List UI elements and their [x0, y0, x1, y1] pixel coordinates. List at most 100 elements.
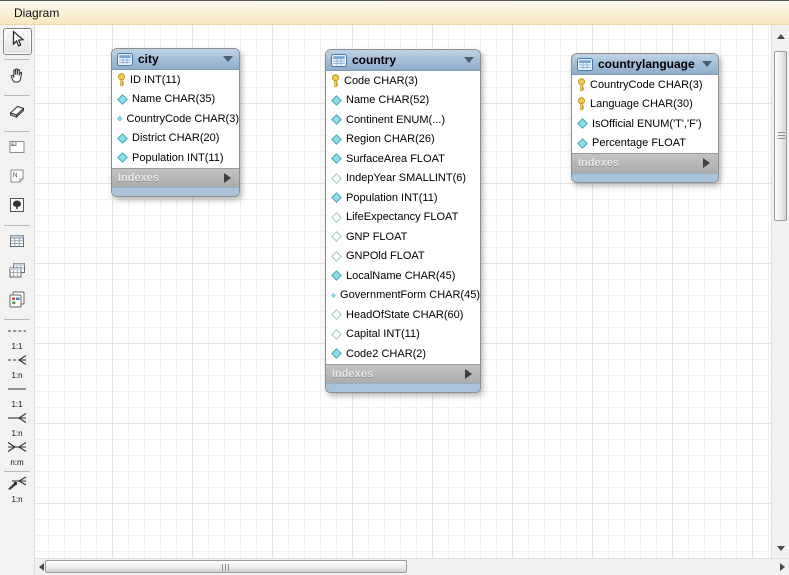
tool-rel-1-n-non-identifying[interactable]: 1:n: [3, 353, 32, 380]
scroll-right-icon[interactable]: [780, 563, 785, 571]
rel-dashed-1-n-icon: [6, 353, 28, 371]
column-row-Region[interactable]: Region CHAR(26): [326, 130, 480, 150]
collapse-arrow-icon[interactable]: [223, 56, 233, 62]
scroll-up-icon[interactable]: [777, 34, 785, 39]
column-text: Percentage FLOAT: [592, 137, 686, 149]
column-row-Name[interactable]: Name CHAR(35): [112, 90, 239, 110]
table-header[interactable]: countrylanguage: [572, 54, 718, 75]
table-card-city[interactable]: city ID INT(11) Name CHAR(35)CountryCode C…: [111, 48, 240, 197]
column-row-IndepYear[interactable]: IndepYear SMALLINT(6): [326, 169, 480, 189]
nullable-diamond-icon: [331, 309, 342, 320]
column-list: ID INT(11) Name CHAR(35)CountryCode CHAR(…: [112, 70, 239, 168]
diagram-tab-title: Diagram: [14, 6, 59, 20]
column-text: GNP FLOAT: [346, 231, 407, 243]
diagram-canvas[interactable]: cityID INT(11)Name CHAR(35)CountryCode C…: [35, 25, 771, 558]
column-row-Population[interactable]: Population INT(11): [112, 148, 239, 168]
table-card-country[interactable]: country Code CHAR(3) Name CHAR(52) Continen…: [325, 49, 481, 393]
tool-cardinality-label: 1:n: [11, 372, 22, 380]
diagram-window: Diagram LN1:11:n1:11:nn:m1:n cityID INT(…: [0, 0, 789, 575]
column-text: IsOfficial ENUM('T','F'): [592, 118, 702, 130]
nullable-diamond-icon: [331, 329, 342, 340]
tool-place-image[interactable]: [3, 194, 32, 221]
column-row-Name[interactable]: Name CHAR(52): [326, 91, 480, 111]
hand-icon: [7, 65, 27, 90]
collapse-arrow-icon[interactable]: [702, 61, 712, 67]
expand-arrow-icon[interactable]: [703, 158, 710, 168]
column-text: LifeExpectancy FLOAT: [346, 211, 458, 223]
tool-pan[interactable]: [3, 64, 32, 91]
column-row-Continent[interactable]: Continent ENUM(...): [326, 110, 480, 130]
table-header[interactable]: city: [112, 49, 239, 70]
tool-cardinality-label: 1:n: [11, 430, 22, 438]
diagram-tab-bar: Diagram: [0, 1, 789, 25]
column-text: Code CHAR(3): [344, 75, 418, 87]
scroll-down-icon[interactable]: [777, 546, 785, 551]
not-null-diamond-icon: [331, 153, 342, 164]
vertical-scrollbar-thumb[interactable]: [774, 51, 787, 221]
expand-arrow-icon[interactable]: [465, 369, 472, 379]
nullable-diamond-icon: [331, 212, 342, 223]
vertical-scrollbar[interactable]: [771, 25, 789, 558]
column-row-Percentage[interactable]: Percentage FLOAT: [572, 134, 718, 154]
indexes-section[interactable]: Indexes: [572, 153, 718, 173]
tool-cardinality-label: 1:1: [11, 401, 22, 409]
routine-group-icon: [7, 289, 27, 314]
indexes-section[interactable]: Indexes: [326, 364, 480, 384]
horizontal-scrollbar-thumb[interactable]: [45, 560, 407, 573]
table-header[interactable]: country: [326, 50, 480, 71]
column-row-HeadOfState[interactable]: HeadOfState CHAR(60): [326, 305, 480, 325]
column-row-Code2[interactable]: Code2 CHAR(2): [326, 344, 480, 364]
column-row-GNP[interactable]: GNP FLOAT: [326, 227, 480, 247]
svg-text:N: N: [13, 173, 17, 179]
column-row-LocalName[interactable]: LocalName CHAR(45): [326, 266, 480, 286]
tool-place-layer[interactable]: L: [3, 136, 32, 163]
column-text: ID INT(11): [130, 74, 181, 86]
column-row-SurfaceArea[interactable]: SurfaceArea FLOAT: [326, 149, 480, 169]
table-card-countrylanguage[interactable]: countrylanguageCountryCode CHAR(3)Langua…: [571, 53, 719, 183]
rel-picker-1-n-icon: [6, 476, 28, 495]
tool-rel-1-1-non-identifying[interactable]: 1:1: [3, 324, 32, 351]
tool-rel-n-m-identifying[interactable]: n:m: [3, 440, 32, 467]
tool-place-note[interactable]: N: [3, 165, 32, 192]
not-null-diamond-icon: [331, 95, 342, 106]
column-row-ID[interactable]: ID INT(11): [112, 70, 239, 90]
column-row-Capital[interactable]: Capital INT(11): [326, 325, 480, 345]
column-row-District[interactable]: District CHAR(20): [112, 129, 239, 149]
toolbar-divider: [4, 131, 30, 132]
column-row-IsOfficial[interactable]: IsOfficial ENUM('T','F'): [572, 114, 718, 134]
column-text: LocalName CHAR(45): [346, 270, 455, 282]
tool-place-routine-group[interactable]: [3, 288, 32, 315]
column-row-CountryCode[interactable]: CountryCode CHAR(3): [572, 75, 718, 95]
indexes-section[interactable]: Indexes: [112, 168, 239, 188]
tool-place-table[interactable]: [3, 230, 32, 257]
table-icon: [7, 231, 27, 256]
column-text: Region CHAR(26): [346, 133, 435, 145]
not-null-diamond-icon: [117, 94, 128, 105]
column-row-Language[interactable]: Language CHAR(30): [572, 95, 718, 115]
column-row-GovernmentForm[interactable]: GovernmentForm CHAR(45): [326, 286, 480, 306]
column-row-LifeExpectancy[interactable]: LifeExpectancy FLOAT: [326, 208, 480, 228]
column-row-Code[interactable]: Code CHAR(3): [326, 71, 480, 91]
column-row-GNPOld[interactable]: GNPOld FLOAT: [326, 247, 480, 267]
primary-key-icon: [331, 74, 340, 88]
eraser-icon: [7, 101, 27, 126]
tool-rel-1-n-existing-columns[interactable]: 1:n: [3, 476, 32, 503]
collapse-arrow-icon[interactable]: [464, 57, 474, 63]
not-null-diamond-icon: [117, 113, 123, 124]
expand-arrow-icon[interactable]: [224, 173, 231, 183]
tool-rel-1-n-identifying[interactable]: 1:n: [3, 411, 32, 438]
not-null-diamond-icon: [577, 118, 588, 129]
column-text: HeadOfState CHAR(60): [346, 309, 463, 321]
tool-select[interactable]: [3, 28, 32, 55]
tool-place-view[interactable]: [3, 259, 32, 286]
column-row-CountryCode[interactable]: CountryCode CHAR(3): [112, 109, 239, 129]
table-footer: [112, 187, 239, 196]
horizontal-scrollbar[interactable]: [35, 558, 789, 575]
column-row-Population[interactable]: Population INT(11): [326, 188, 480, 208]
tool-delete[interactable]: [3, 100, 32, 127]
tool-rel-1-1-identifying[interactable]: 1:1: [3, 382, 32, 409]
scroll-left-icon[interactable]: [39, 563, 44, 571]
column-text: Continent ENUM(...): [346, 114, 445, 126]
rel-n-m-icon: [6, 440, 28, 458]
tool-palette: L N 1:1 1:n 1:1 1:n n:m 1:n: [0, 25, 35, 575]
